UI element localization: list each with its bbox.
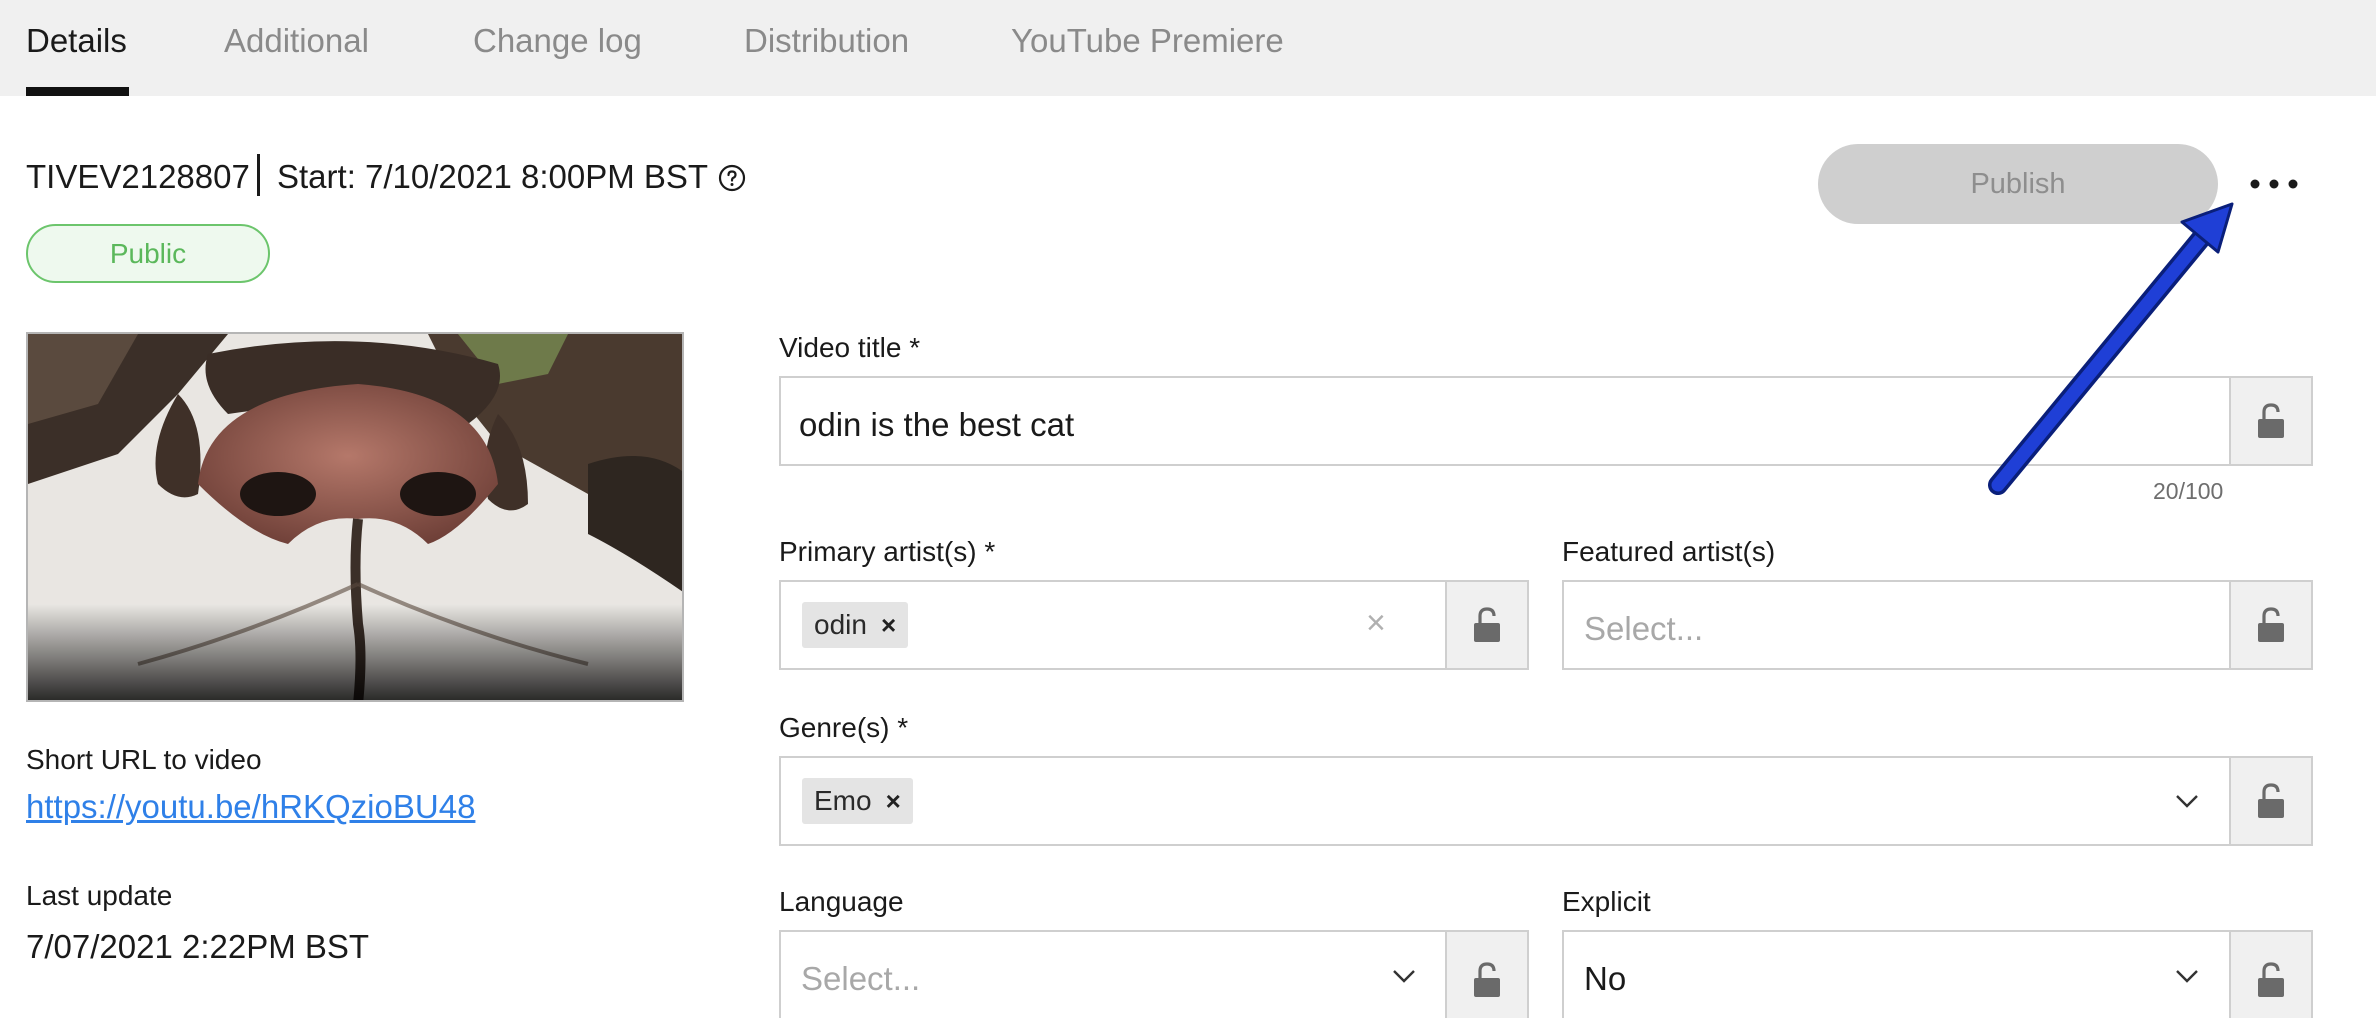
- explicit-select[interactable]: [1562, 930, 2231, 1018]
- title-character-counter: 20/100: [2153, 478, 2224, 504]
- asset-id: TIVEV2128807: [26, 158, 250, 195]
- tab-distribution[interactable]: Distribution: [744, 22, 909, 60]
- video-title-value: odin is the best cat: [799, 406, 1075, 443]
- unlocked-padlock-icon: [2258, 607, 2284, 642]
- chip-label: odin: [814, 609, 867, 640]
- genre-chip: Emo ×: [802, 778, 913, 824]
- genres-select[interactable]: [779, 756, 2231, 846]
- remove-chip-icon[interactable]: ×: [881, 610, 896, 641]
- primary-artist-chip: odin ×: [802, 602, 909, 648]
- featured-artists-label: Featured artist(s): [1562, 536, 1776, 567]
- header-divider: [257, 154, 260, 196]
- question-circle-icon[interactable]: [718, 164, 746, 192]
- tab-additional[interactable]: Additional: [224, 22, 369, 60]
- explicit-label: Explicit: [1562, 886, 1651, 917]
- tab-change-log[interactable]: Change log: [473, 22, 642, 60]
- publish-button[interactable]: Publish: [1818, 144, 2218, 224]
- short-url-link[interactable]: https://youtu.be/hRKQzioBU48: [26, 788, 475, 826]
- start-datetime: Start: 7/10/2021 8:00PM BST: [277, 158, 709, 195]
- unlocked-padlock-icon: [1474, 607, 1500, 642]
- chevron-down-icon[interactable]: [2175, 793, 2199, 809]
- explicit-lock-button[interactable]: [2229, 930, 2313, 1018]
- remove-chip-icon[interactable]: ×: [886, 786, 901, 817]
- unlocked-padlock-icon: [1474, 962, 1500, 997]
- chevron-down-icon[interactable]: [1392, 968, 1416, 984]
- video-thumbnail-image: [28, 334, 682, 700]
- explicit-value: No: [1584, 960, 1627, 997]
- tab-details[interactable]: Details: [26, 22, 127, 60]
- unlocked-padlock-icon: [2258, 962, 2284, 997]
- unlocked-padlock-icon: [2258, 403, 2284, 438]
- video-thumbnail[interactable]: [26, 332, 684, 702]
- primary-artists-lock-button[interactable]: [1445, 580, 1529, 670]
- status-badge: Public: [26, 224, 270, 283]
- active-tab-indicator: [26, 87, 129, 96]
- featured-artists-lock-button[interactable]: [2229, 580, 2313, 670]
- language-placeholder: Select...: [801, 960, 921, 997]
- last-update-value: 7/07/2021 2:22PM BST: [26, 928, 370, 965]
- short-url-label: Short URL to video: [26, 744, 262, 775]
- video-title-label: Video title *: [779, 332, 921, 363]
- clear-selection-icon[interactable]: ×: [1366, 604, 1386, 643]
- chevron-down-icon[interactable]: [2175, 968, 2199, 984]
- unlocked-padlock-icon: [2258, 783, 2284, 818]
- genres-lock-button[interactable]: [2229, 756, 2313, 846]
- last-update-label: Last update: [26, 880, 173, 911]
- tab-bar: Details Additional Change log Distributi…: [0, 0, 2376, 96]
- language-label: Language: [779, 886, 904, 917]
- primary-artists-label: Primary artist(s) *: [779, 536, 996, 567]
- genres-label: Genre(s) *: [779, 712, 909, 743]
- featured-artists-placeholder: Select...: [1584, 610, 1704, 647]
- more-horizontal-icon[interactable]: [2247, 166, 2301, 202]
- chip-label: Emo: [814, 785, 872, 816]
- video-title-lock-button[interactable]: [2229, 376, 2313, 466]
- tab-youtube-premiere[interactable]: YouTube Premiere: [1011, 22, 1284, 60]
- language-lock-button[interactable]: [1445, 930, 1529, 1018]
